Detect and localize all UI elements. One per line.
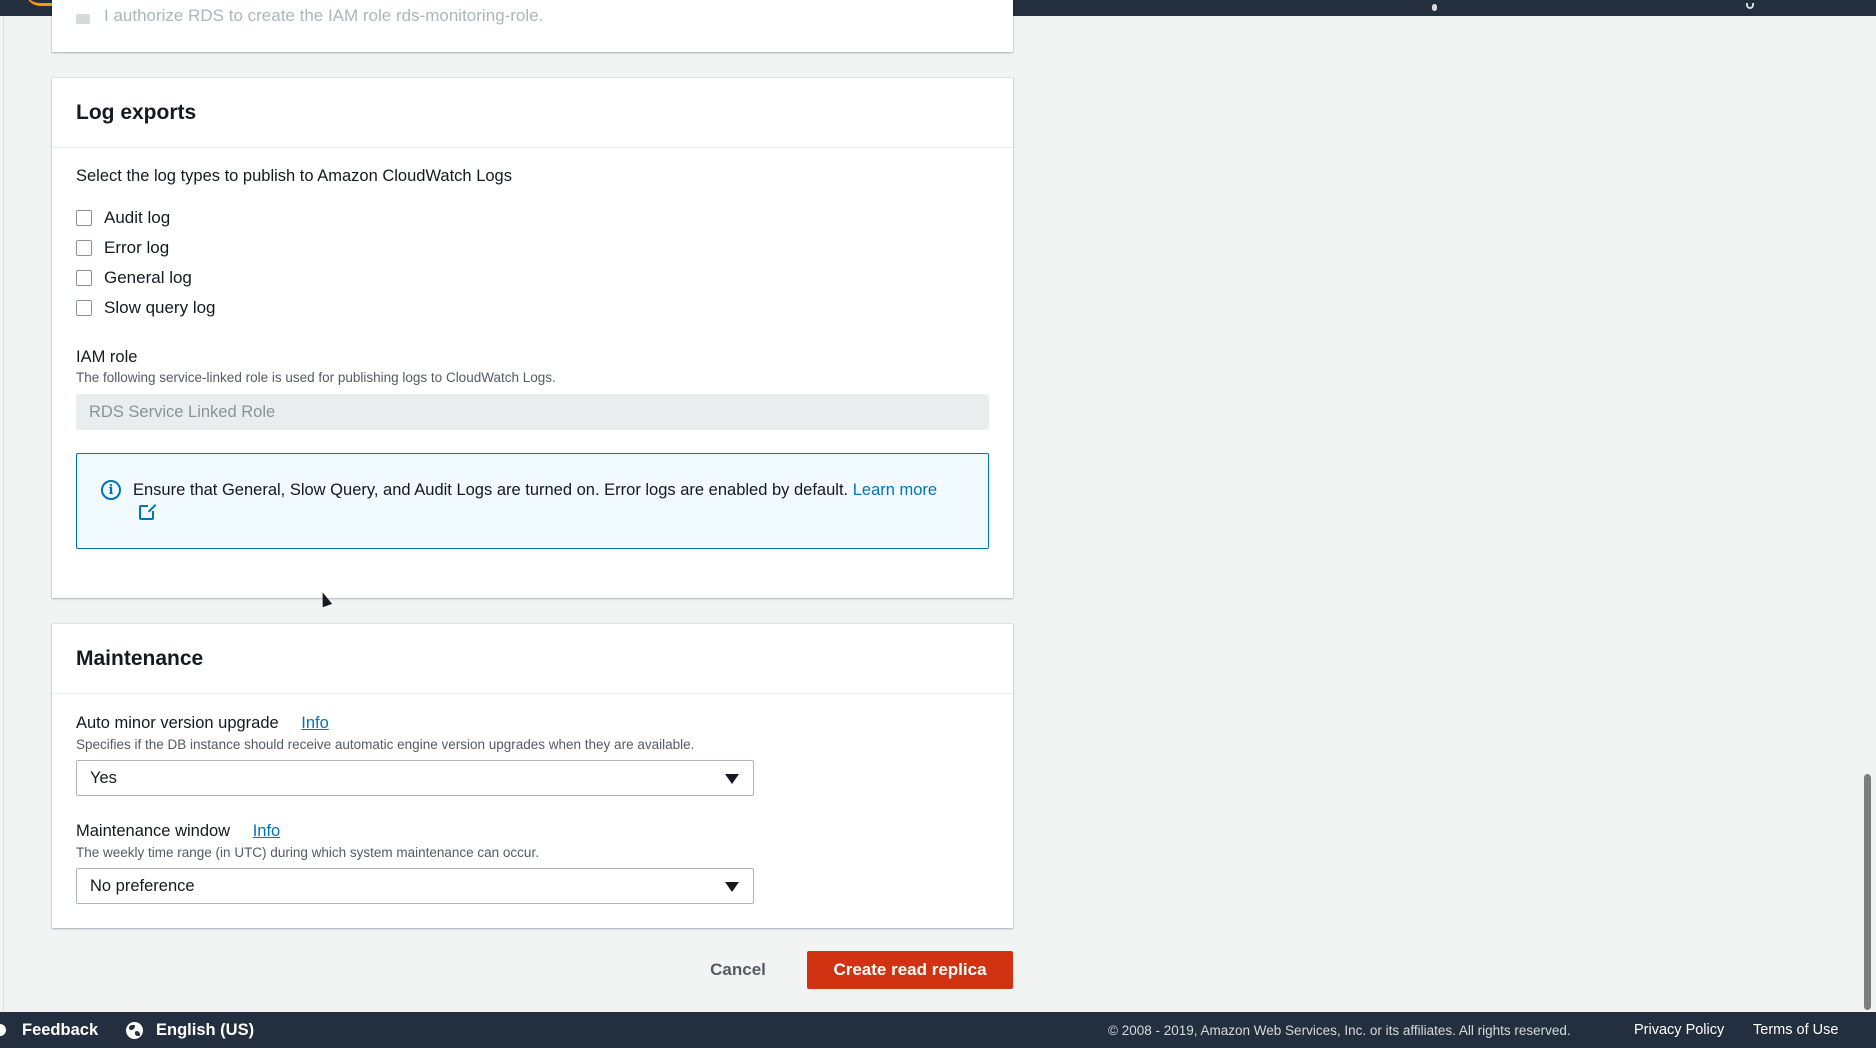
maintenance-window-info-link[interactable]: Info <box>253 822 281 840</box>
iam-role-hint: The following service-linked role is use… <box>76 370 556 385</box>
maintenance-title: Maintenance <box>76 646 204 670</box>
info-alert-text: Ensure that General, Slow Query, and Aud… <box>133 478 943 526</box>
maintenance-window-value: No preference <box>90 876 195 895</box>
maintenance-header: Maintenance <box>52 624 1013 694</box>
maintenance-window-label-row: Maintenance window Info <box>76 822 280 841</box>
feedback-link[interactable]: Feedback <box>22 1021 98 1040</box>
cancel-button[interactable]: Cancel <box>690 951 786 989</box>
iam-role-readonly-field: RDS Service Linked Role <box>76 394 989 430</box>
nav-support-icon[interactable] <box>1746 3 1754 9</box>
checkbox-label: General log <box>104 268 192 287</box>
checkbox-general-log[interactable]: General log <box>76 267 192 289</box>
auto-minor-upgrade-select[interactable]: Yes <box>76 760 754 796</box>
iam-role-value: RDS Service Linked Role <box>89 402 276 421</box>
caret-down-icon <box>725 882 739 892</box>
maintenance-window-label: Maintenance window <box>76 822 231 840</box>
checkbox-audit-log[interactable]: Audit log <box>76 207 170 229</box>
monitoring-panel: I authorize RDS to create the IAM role r… <box>52 0 1013 52</box>
log-exports-title: Log exports <box>76 100 197 124</box>
log-exports-panel: Log exports Select the log types to publ… <box>52 78 1013 598</box>
external-link-icon <box>139 503 156 520</box>
info-alert: i Ensure that General, Slow Query, and A… <box>76 453 989 549</box>
maintenance-panel: Maintenance Auto minor version upgrade I… <box>52 624 1013 928</box>
language-selector[interactable]: English (US) <box>156 1021 254 1040</box>
feedback-icon[interactable] <box>0 1024 6 1036</box>
info-alert-message: Ensure that General, Slow Query, and Aud… <box>133 481 849 499</box>
learn-more-label: Learn more <box>852 481 938 499</box>
auto-minor-upgrade-label: Auto minor version upgrade <box>76 714 279 732</box>
create-read-replica-button[interactable]: Create read replica <box>807 951 1013 989</box>
page-left-edge <box>0 16 4 1012</box>
terms-of-use-link[interactable]: Terms of Use <box>1753 1022 1838 1038</box>
iam-role-label: IAM role <box>76 348 138 366</box>
nav-region-icon[interactable] <box>1432 4 1437 11</box>
checkbox-label: Slow query log <box>104 298 216 317</box>
checkbox-label: Error log <box>104 238 170 257</box>
auto-minor-upgrade-value: Yes <box>90 768 117 787</box>
auto-minor-upgrade-info-link[interactable]: Info <box>301 714 329 732</box>
page-scrollbar[interactable] <box>1864 774 1871 1010</box>
log-exports-description: Select the log types to publish to Amazo… <box>76 167 512 185</box>
info-circle-icon: i <box>101 480 121 500</box>
caret-down-icon <box>725 774 739 784</box>
checkbox-slow-query-log[interactable]: Slow query log <box>76 297 216 319</box>
checkbox-error-log[interactable]: Error log <box>76 237 169 259</box>
maintenance-window-hint: The weekly time range (in UTC) during wh… <box>76 845 539 860</box>
globe-icon[interactable] <box>126 1022 143 1039</box>
checkbox-box[interactable] <box>76 300 92 316</box>
checkbox-box[interactable] <box>76 210 92 226</box>
privacy-policy-link[interactable]: Privacy Policy <box>1634 1022 1724 1038</box>
checkbox-box[interactable] <box>76 240 92 256</box>
checkbox-box[interactable] <box>76 270 92 286</box>
auto-minor-upgrade-label-row: Auto minor version upgrade Info <box>76 714 329 733</box>
copyright-text: © 2008 - 2019, Amazon Web Services, Inc.… <box>1108 1023 1571 1038</box>
log-exports-header: Log exports <box>52 78 1013 148</box>
monitoring-role-label: I authorize RDS to create the IAM role r… <box>104 6 544 25</box>
monitoring-role-checkbox[interactable] <box>76 14 90 24</box>
auto-minor-upgrade-hint: Specifies if the DB instance should rece… <box>76 737 695 752</box>
footer-bar: Feedback English (US) © 2008 - 2019, Ama… <box>0 1012 1876 1048</box>
checkbox-label: Audit log <box>104 208 171 227</box>
maintenance-window-select[interactable]: No preference <box>76 868 754 904</box>
